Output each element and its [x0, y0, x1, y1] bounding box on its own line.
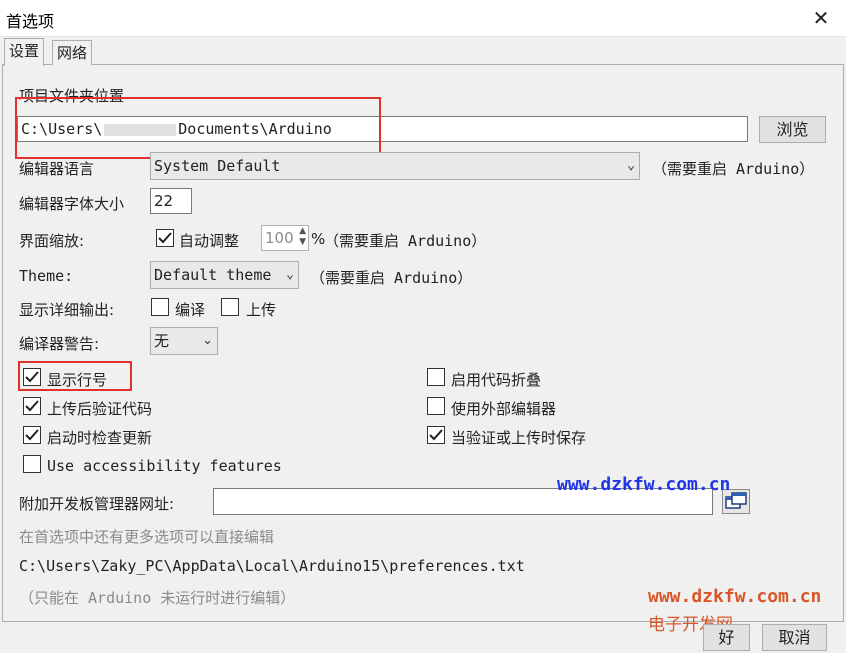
theme-note: （需要重启 Arduino） [310, 269, 473, 287]
editor-language-value: System Default [154, 157, 281, 175]
theme-select[interactable]: Default theme ⌄ [150, 261, 299, 289]
browse-button[interactable]: 浏览 [759, 116, 826, 143]
verbose-upload-checkbox[interactable] [221, 298, 239, 316]
spinner-up-icon[interactable]: ▲ [299, 226, 306, 236]
verify-after-upload-label: 上传后验证代码 [47, 400, 153, 418]
highlight-box-path [15, 97, 381, 159]
highlight-box-line-numbers [18, 361, 132, 391]
more-prefs-hint: 在首选项中还有更多选项可以直接编辑 [19, 528, 275, 546]
external-editor-label: 使用外部编辑器 [451, 400, 557, 418]
theme-label: Theme: [19, 267, 74, 285]
font-size-label: 编辑器字体大小 [19, 195, 125, 213]
board-urls-label: 附加开发板管理器网址: [19, 495, 175, 513]
prefs-file-path: C:\Users\Zaky_PC\AppData\Local\Arduino15… [19, 557, 525, 575]
tab-settings[interactable]: 设置 [4, 38, 45, 66]
verbose-compile-label: 编译 [175, 301, 206, 319]
chevron-down-icon: ⌄ [202, 333, 213, 348]
watermark-site-url: www.dzkfw.com.cn [557, 474, 731, 495]
editor-language-select[interactable]: System Default ⌄ [150, 152, 640, 180]
accessibility-checkbox[interactable] [23, 455, 41, 473]
external-editor-checkbox[interactable] [427, 397, 445, 415]
verbose-compile-checkbox[interactable] [151, 298, 169, 316]
verbose-upload-label: 上传 [246, 301, 277, 319]
close-icon[interactable]: ✕ [806, 4, 836, 32]
editor-language-note: （需要重启 Arduino） [652, 160, 815, 178]
compiler-warnings-label: 编译器警告: [19, 335, 100, 353]
check-updates-checkbox[interactable] [23, 426, 41, 444]
chevron-down-icon: ⌄ [286, 267, 294, 282]
scale-percent-spinner[interactable]: 100 ▲ ▼ [261, 225, 309, 251]
save-on-verify-checkbox[interactable] [427, 426, 445, 444]
compiler-warnings-value: 无 [154, 332, 170, 350]
auto-scale-checkbox[interactable] [156, 229, 174, 247]
tab-network[interactable]: 网络 [52, 40, 93, 65]
prefs-edit-note: （只能在 Arduino 未运行时进行编辑） [19, 589, 296, 607]
cancel-button[interactable]: 取消 [762, 624, 827, 651]
compiler-warnings-select[interactable]: 无 ⌄ [150, 327, 218, 355]
spinner-down-icon[interactable]: ▼ [299, 237, 306, 247]
ok-button[interactable]: 好 [703, 624, 750, 651]
save-on-verify-label: 当验证或上传时保存 [451, 429, 587, 447]
watermark-site-url-2: www.dzkfw.com.cn [648, 586, 822, 607]
verbose-label: 显示详细输出: [19, 301, 115, 319]
auto-scale-label: 自动调整 [179, 232, 240, 250]
check-updates-label: 启动时检查更新 [47, 429, 153, 447]
code-folding-label: 启用代码折叠 [451, 371, 542, 389]
title-bar [0, 0, 846, 37]
interface-scale-note: （需要重启 Arduino） [324, 232, 487, 250]
window-title: 首选项 [6, 12, 55, 31]
verify-after-upload-checkbox[interactable] [23, 397, 41, 415]
scale-percent-value: 100 [265, 229, 294, 247]
code-folding-checkbox[interactable] [427, 368, 445, 386]
accessibility-label: Use accessibility features [47, 457, 282, 475]
editor-language-label: 编辑器语言 [19, 160, 95, 178]
font-size-input[interactable]: 22 [150, 188, 192, 214]
interface-scale-label: 界面缩放: [19, 232, 85, 250]
chevron-down-icon: ⌄ [627, 158, 635, 173]
theme-value: Default theme [154, 266, 272, 284]
